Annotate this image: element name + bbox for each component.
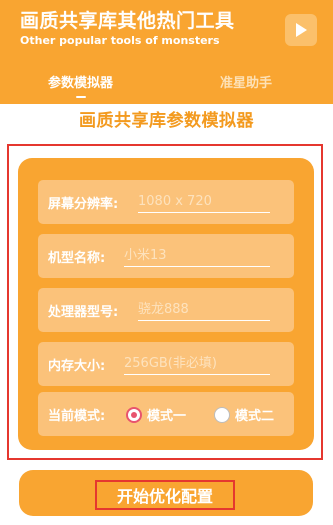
tab-parameter-simulator[interactable]: 参数模拟器	[48, 72, 113, 91]
resolution-label: 屏幕分辨率:	[48, 197, 119, 212]
start-optimization-label: 开始优化配置	[116, 487, 213, 506]
app-subtitle: Other popular tools of monsters	[20, 34, 220, 47]
memory-label: 内存大小:	[48, 359, 106, 374]
resolution-input[interactable]	[138, 190, 270, 213]
highlight-frame-button: 开始优化配置	[95, 480, 235, 510]
header: 画质共享库其他热门工具 Other popular tools of monst…	[0, 0, 333, 104]
model-input[interactable]	[124, 244, 270, 267]
radio-checked-icon	[126, 406, 142, 423]
tab-crosshair-assistant[interactable]: 准星助手	[220, 72, 272, 91]
memory-input[interactable]	[124, 352, 270, 375]
processor-row: 处理器型号:	[38, 288, 294, 332]
app-title: 画质共享库其他热门工具	[20, 10, 235, 32]
section-title: 画质共享库参数模拟器	[79, 111, 254, 131]
processor-label: 处理器型号:	[48, 305, 119, 320]
model-row: 机型名称:	[38, 234, 294, 278]
play-button[interactable]	[285, 14, 317, 46]
play-icon	[296, 23, 307, 37]
mode-option-2-label: 模式二	[235, 409, 275, 424]
resolution-row: 屏幕分辨率:	[38, 180, 294, 224]
model-label: 机型名称:	[48, 251, 106, 266]
mode-option-1-label: 模式一	[147, 409, 187, 424]
mode-label: 当前模式:	[48, 409, 106, 424]
radio-unchecked-icon	[214, 406, 230, 423]
mode-option-1[interactable]: 模式一	[126, 405, 186, 424]
active-tab-indicator	[76, 96, 86, 98]
processor-input[interactable]	[138, 298, 270, 321]
mode-row: 当前模式: 模式一 模式二	[38, 392, 294, 436]
memory-row: 内存大小:	[38, 342, 294, 386]
mode-option-2[interactable]: 模式二	[214, 405, 274, 424]
